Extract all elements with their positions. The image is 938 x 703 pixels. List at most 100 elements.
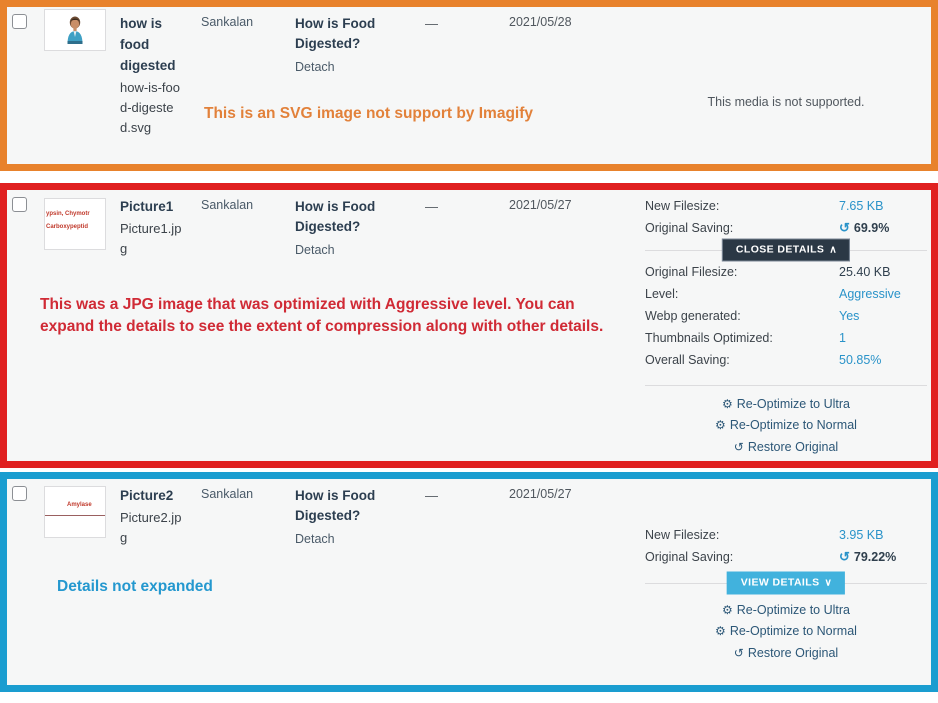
media-title-cell: Picture2 Picture2.jpg bbox=[120, 486, 182, 548]
restore-original-label: Restore Original bbox=[747, 645, 839, 660]
restore-original-label: Restore Original bbox=[747, 439, 839, 454]
imagify-level-label: Level: bbox=[645, 286, 679, 301]
select-row-checkbox[interactable] bbox=[12, 197, 27, 212]
thumbnail-text-line-1: Amylase bbox=[67, 502, 92, 508]
gear-icon: ⚙ bbox=[715, 418, 726, 433]
details-toggle-divider: CLOSE DETAILS ∧ bbox=[645, 238, 927, 262]
media-author[interactable]: Sankalan bbox=[201, 198, 253, 212]
thumbnail-text-line-1: ypsin, Chymotr bbox=[46, 211, 90, 217]
select-row-checkbox-cell[interactable] bbox=[12, 14, 27, 29]
media-row-svg: how is food digested how-is-food-digeste… bbox=[0, 0, 938, 171]
re-optimize-ultra-link[interactable]: ⚙ Re-Optimize to Ultra bbox=[645, 394, 927, 415]
media-comments-count: — bbox=[425, 488, 438, 503]
thumbnail-text-line-2: Carboxypeptid bbox=[46, 224, 89, 230]
imagify-original-saving-label: Original Saving: bbox=[645, 550, 734, 564]
imagify-new-filesize-value: 7.65 KB bbox=[839, 199, 884, 213]
imagify-level-value: Aggressive bbox=[839, 286, 901, 301]
media-not-supported-text: This media is not supported. bbox=[707, 95, 865, 109]
imagify-overall-saving-value: 50.85% bbox=[839, 352, 882, 367]
imagify-webp-label: Webp generated: bbox=[645, 308, 741, 323]
media-date: 2021/05/27 bbox=[509, 198, 572, 212]
chevron-up-icon: ∧ bbox=[829, 244, 838, 256]
media-parent-cell: How is Food Digested? Detach bbox=[295, 14, 385, 76]
media-title-link[interactable]: how is food digested bbox=[120, 14, 182, 77]
annotation-svg-note: This is an SVG image not support by Imag… bbox=[204, 105, 533, 122]
chevron-down-icon: ∨ bbox=[824, 577, 833, 589]
imagify-new-filesize-row: New Filesize: 3.95 KB bbox=[645, 524, 927, 546]
restore-icon: ↺ bbox=[733, 645, 744, 660]
media-thumbnail[interactable] bbox=[44, 9, 106, 51]
re-optimize-normal-link[interactable]: ⚙ Re-Optimize to Normal bbox=[645, 415, 927, 436]
select-row-checkbox-cell[interactable] bbox=[12, 486, 27, 501]
media-thumbnail[interactable]: Amylase bbox=[44, 486, 106, 538]
actions-divider bbox=[645, 384, 927, 386]
close-details-button[interactable]: CLOSE DETAILS ∧ bbox=[721, 238, 851, 262]
imagify-overall-saving-label: Overall Saving: bbox=[645, 352, 730, 367]
restore-original-link[interactable]: ↺ Restore Original bbox=[645, 643, 927, 664]
imagify-column: New Filesize: 7.65 KB Original Saving: ↻… bbox=[645, 195, 927, 458]
media-row-picture2: Amylase Picture2 Picture2.jpg Sankalan H… bbox=[0, 472, 938, 692]
imagify-details-list: Original Filesize: 25.40 KB Level: Aggre… bbox=[645, 261, 927, 371]
media-comments-count: — bbox=[425, 16, 438, 31]
media-date: 2021/05/27 bbox=[509, 487, 572, 501]
select-row-checkbox[interactable] bbox=[12, 14, 27, 29]
detach-link[interactable]: Detach bbox=[295, 530, 385, 549]
imagify-thumbnails-label: Thumbnails Optimized: bbox=[645, 330, 773, 345]
imagify-original-saving-row: Original Saving: ↻ 79.22% bbox=[645, 546, 927, 569]
close-details-label: CLOSE DETAILS bbox=[735, 243, 825, 256]
media-parent-cell: How is Food Digested? Detach bbox=[295, 486, 385, 548]
media-parent-cell: How is Food Digested? Detach bbox=[295, 197, 385, 259]
media-author[interactable]: Sankalan bbox=[201, 15, 253, 29]
imagify-actions: ⚙ Re-Optimize to Ultra ⚙ Re-Optimize to No… bbox=[645, 594, 927, 664]
media-title-link[interactable]: Picture1 bbox=[120, 197, 182, 218]
imagify-new-filesize-value: 3.95 KB bbox=[839, 528, 884, 542]
re-optimize-ultra-link[interactable]: ⚙ Re-Optimize to Ultra bbox=[645, 600, 927, 621]
restore-original-link[interactable]: ↺ Restore Original bbox=[645, 437, 927, 458]
imagify-thumbnails-row: Thumbnails Optimized: 1 bbox=[645, 327, 927, 349]
imagify-new-filesize-label: New Filesize: bbox=[645, 528, 720, 542]
detach-link[interactable]: Detach bbox=[295, 241, 385, 260]
imagify-original-saving-value: 69.9% bbox=[853, 221, 890, 235]
imagify-actions: ⚙ Re-Optimize to Ultra ⚙ Re-Optimize to No… bbox=[645, 392, 927, 458]
re-optimize-normal-label: Re-Optimize to Normal bbox=[729, 624, 857, 639]
media-parent-link[interactable]: How is Food Digested? bbox=[295, 486, 385, 527]
annotation-jpg-note: This was a JPG image that was optimized … bbox=[40, 296, 604, 335]
imagify-new-filesize-label: New Filesize: bbox=[645, 199, 720, 213]
media-parent-link[interactable]: How is Food Digested? bbox=[295, 197, 385, 238]
media-thumbnail[interactable]: ypsin, Chymotr Carboxypeptid bbox=[44, 198, 106, 250]
media-title-link[interactable]: Picture2 bbox=[120, 486, 182, 507]
re-optimize-ultra-label: Re-Optimize to Ultra bbox=[736, 396, 850, 411]
imagify-original-saving-value-wrap: ↻ 79.22% bbox=[839, 547, 927, 568]
re-optimize-normal-link[interactable]: ⚙ Re-Optimize to Normal bbox=[645, 621, 927, 642]
media-filename: Picture2.jpg bbox=[120, 509, 182, 546]
imagify-column: New Filesize: 3.95 KB Original Saving: ↻… bbox=[645, 524, 927, 664]
view-details-button[interactable]: VIEW DETAILS ∨ bbox=[726, 571, 846, 595]
imagify-original-saving-value-wrap: ↻ 69.9% bbox=[839, 218, 927, 239]
details-toggle-divider: VIEW DETAILS ∨ bbox=[645, 571, 927, 595]
media-row-picture1: ypsin, Chymotr Carboxypeptid Picture1 Pi… bbox=[0, 183, 938, 468]
re-optimize-normal-label: Re-Optimize to Normal bbox=[729, 418, 857, 433]
media-filename: Picture1.jpg bbox=[120, 220, 182, 257]
media-title-cell: how is food digested how-is-food-digeste… bbox=[120, 14, 182, 138]
text-image-thumbnail-icon: ypsin, Chymotr Carboxypeptid bbox=[45, 199, 105, 249]
media-title-cell: Picture1 Picture1.jpg bbox=[120, 197, 182, 259]
select-row-checkbox[interactable] bbox=[12, 486, 27, 501]
annotation-collapsed-note: Details not expanded bbox=[57, 578, 213, 595]
imagify-original-filesize-value: 25.40 KB bbox=[839, 264, 891, 279]
imagify-column: This media is not supported. bbox=[645, 95, 927, 109]
view-details-label: VIEW DETAILS bbox=[740, 576, 820, 589]
media-comments-count: — bbox=[425, 199, 438, 214]
imagify-original-saving-value: 79.22% bbox=[853, 550, 897, 564]
media-author[interactable]: Sankalan bbox=[201, 487, 253, 501]
media-date: 2021/05/28 bbox=[509, 15, 572, 29]
imagify-original-saving-row: Original Saving: ↻ 69.9% bbox=[645, 217, 927, 240]
select-row-checkbox-cell[interactable] bbox=[12, 197, 27, 212]
imagify-webp-value: Yes bbox=[839, 308, 860, 323]
imagify-level-row: Level: Aggressive bbox=[645, 283, 927, 305]
imagify-webp-row: Webp generated: Yes bbox=[645, 305, 927, 327]
imagify-original-filesize-label: Original Filesize: bbox=[645, 264, 738, 279]
media-parent-link[interactable]: How is Food Digested? bbox=[295, 14, 385, 55]
detach-link[interactable]: Detach bbox=[295, 58, 385, 77]
gear-icon: ⚙ bbox=[722, 396, 733, 411]
person-avatar-thumbnail-icon bbox=[45, 10, 105, 50]
